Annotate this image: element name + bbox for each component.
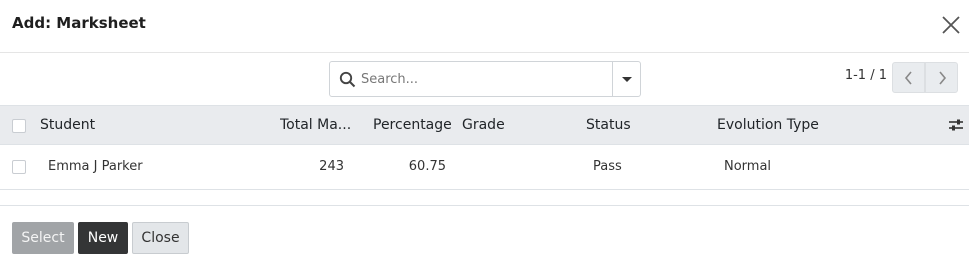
cell-student: Emma J Parker	[48, 159, 143, 174]
row-checkbox[interactable]	[12, 160, 26, 174]
select-button[interactable]: Select	[12, 222, 74, 254]
pager-prev-button[interactable]	[892, 62, 925, 93]
table-row[interactable]: Emma J Parker 243 60.75 Pass Normal	[0, 145, 969, 190]
column-header-status[interactable]: Status	[586, 117, 631, 133]
cell-evolution-type: Normal	[724, 159, 772, 174]
cell-status: Pass	[593, 159, 622, 174]
cell-total-marks: 243	[319, 159, 344, 174]
search-box	[329, 61, 641, 97]
cell-percentage: 60.75	[408, 159, 446, 174]
search-input[interactable]	[361, 67, 609, 91]
column-header-grade[interactable]: Grade	[462, 117, 505, 133]
chevron-left-icon	[904, 71, 912, 85]
footer-divider	[0, 205, 969, 206]
table-header: Student Total Ma... Percentage Grade Sta…	[0, 105, 969, 145]
close-icon[interactable]	[940, 14, 962, 36]
search-icon	[339, 71, 356, 88]
new-button[interactable]: New	[78, 222, 128, 254]
caret-down-icon	[622, 77, 632, 82]
column-header-total-marks[interactable]: Total Ma...	[280, 117, 352, 133]
sliders-icon[interactable]	[948, 117, 964, 133]
dialog-header: Add: Marksheet	[0, 0, 969, 53]
column-header-evolution-type[interactable]: Evolution Type	[717, 117, 819, 133]
column-header-student[interactable]: Student	[40, 117, 95, 133]
pager-count: 1-1 / 1	[844, 68, 887, 83]
search-options-button[interactable]	[613, 62, 641, 96]
dialog-title: Add: Marksheet	[12, 14, 146, 32]
select-all-checkbox[interactable]	[12, 119, 26, 133]
close-button[interactable]: Close	[132, 222, 189, 254]
column-header-percentage[interactable]: Percentage	[373, 117, 452, 133]
pager-next-button[interactable]	[925, 62, 958, 93]
chevron-right-icon	[939, 71, 947, 85]
